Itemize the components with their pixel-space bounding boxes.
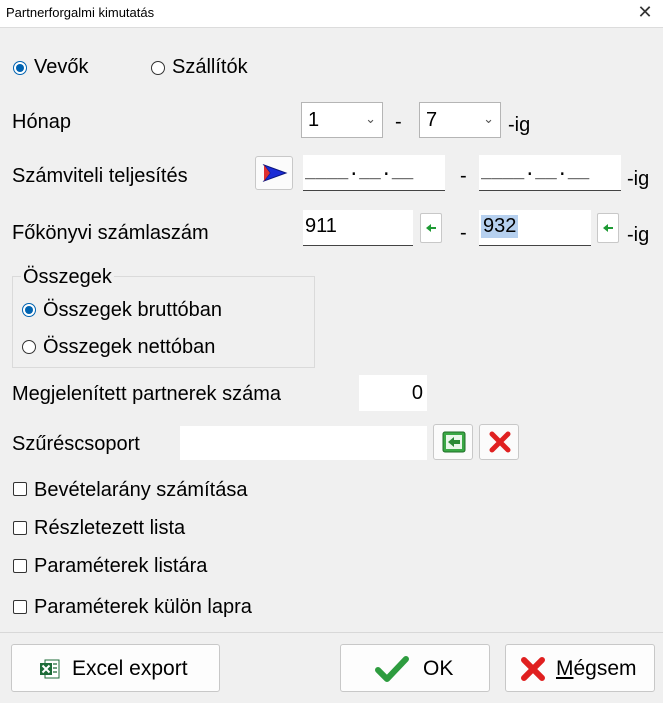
- month-separator: -: [395, 111, 402, 133]
- arrow-left-icon: [603, 224, 613, 232]
- chevron-down-icon[interactable]: ⌄: [483, 111, 494, 127]
- checkbox-params-on-list-label[interactable]: Paraméterek listára: [34, 555, 207, 578]
- cancel-button[interactable]: Mégsem: [505, 644, 655, 692]
- amounts-group: Összegek Összegek bruttóban Összegek net…: [12, 266, 315, 368]
- accounting-date-to-mask: ____.__.__: [481, 159, 590, 180]
- month-from-combo[interactable]: 1 ⌄: [301, 102, 383, 138]
- month-from-value: 1: [308, 109, 320, 131]
- ledger-account-from-field[interactable]: 911: [303, 210, 413, 246]
- close-icon[interactable]: ✕: [631, 0, 659, 26]
- ledger-account-from-value: 911: [305, 215, 337, 237]
- delete-x-icon: [489, 431, 511, 453]
- ledger-account-to-value: 932: [481, 215, 519, 238]
- radio-net-label[interactable]: Összegek nettóban: [43, 336, 215, 359]
- arrow-left-icon: [426, 224, 436, 232]
- radio-suppliers-label[interactable]: Szállítók: [172, 56, 248, 79]
- partner-count-label: Megjelenített partnerek száma: [12, 383, 282, 405]
- partner-count-field[interactable]: 0: [359, 375, 427, 411]
- excel-export-label: Excel export: [72, 657, 188, 680]
- partner-count-value: 0: [411, 382, 423, 404]
- accounting-date-to-field[interactable]: ____.__.__: [479, 155, 621, 191]
- filter-group-field[interactable]: [180, 426, 427, 460]
- ledger-account-separator: -: [460, 222, 467, 244]
- date-picker-button[interactable]: [255, 156, 293, 190]
- accounting-date-suffix: -ig: [627, 168, 650, 190]
- checkbox-params-on-list[interactable]: [13, 559, 27, 573]
- cancel-x-icon: [521, 657, 545, 681]
- radio-net[interactable]: [22, 340, 36, 354]
- checkbox-params-separate-sheet[interactable]: [13, 600, 27, 614]
- excel-icon: [40, 659, 60, 679]
- radio-gross-label[interactable]: Összegek bruttóban: [43, 299, 222, 322]
- accounting-date-from-field[interactable]: ____.__.__: [303, 155, 445, 191]
- excel-export-button[interactable]: Excel export: [11, 644, 220, 692]
- month-to-combo[interactable]: 7 ⌄: [419, 102, 501, 138]
- title-bar: Partnerforgalmi kimutatás ✕: [0, 0, 663, 28]
- radio-suppliers[interactable]: [151, 61, 165, 75]
- cancel-label: Mégsem: [556, 657, 637, 680]
- accounting-date-separator: -: [460, 165, 467, 187]
- ledger-account-to-field[interactable]: 932: [479, 210, 591, 246]
- checkbox-revenue-ratio[interactable]: [13, 482, 27, 496]
- ok-button[interactable]: OK: [340, 644, 490, 692]
- radio-customers-label[interactable]: Vevők: [34, 56, 88, 79]
- accounting-date-from-mask: ____.__.__: [305, 159, 414, 180]
- import-arrow-icon: [442, 431, 466, 453]
- checkbox-params-separate-sheet-label[interactable]: Paraméterek külön lapra: [34, 596, 252, 619]
- ledger-account-suffix: -ig: [627, 224, 650, 246]
- checkbox-revenue-ratio-label[interactable]: Bevételarány számítása: [34, 479, 247, 502]
- radio-gross[interactable]: [22, 303, 36, 317]
- checkbox-detailed-list-label[interactable]: Részletezett lista: [34, 517, 185, 540]
- arrow-right-icon: [262, 163, 288, 183]
- amounts-legend: Összegek: [21, 266, 114, 289]
- ledger-account-label: Főkönyvi számlaszám: [12, 222, 209, 244]
- window-title: Partnerforgalmi kimutatás: [6, 5, 155, 20]
- filter-group-label: Szűréscsoport: [12, 433, 140, 455]
- month-to-value: 7: [426, 109, 438, 131]
- checkmark-icon: [375, 656, 409, 682]
- button-bar: Excel export OK Mégsem: [0, 632, 663, 703]
- ok-label: OK: [423, 657, 454, 680]
- radio-customers[interactable]: [13, 61, 27, 75]
- accounting-date-label: Számviteli teljesítés: [12, 165, 188, 187]
- filter-select-button[interactable]: [433, 424, 473, 460]
- checkbox-detailed-list[interactable]: [13, 521, 27, 535]
- month-label: Hónap: [12, 111, 71, 133]
- ledger-from-lookup-button[interactable]: [420, 213, 442, 243]
- filter-clear-button[interactable]: [479, 424, 519, 460]
- ledger-to-lookup-button[interactable]: [597, 213, 619, 243]
- chevron-down-icon[interactable]: ⌄: [365, 111, 376, 127]
- month-suffix: -ig: [508, 114, 531, 136]
